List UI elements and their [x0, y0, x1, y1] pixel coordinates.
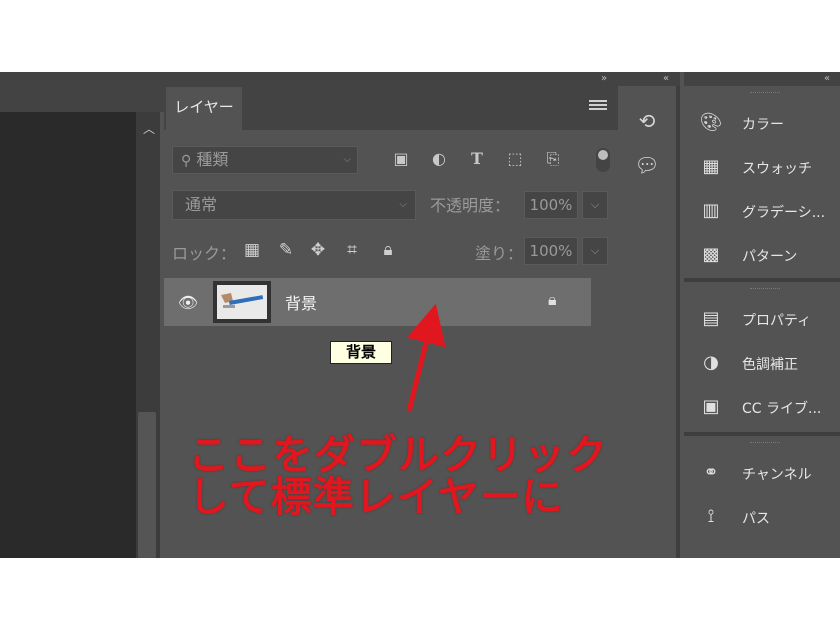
- panel-dock-header: [684, 72, 840, 86]
- layer-lock-icon[interactable]: 🔒︎: [548, 290, 557, 310]
- color-palette-icon: 🎨︎: [699, 112, 723, 133]
- panel-item-properties[interactable]: ▤ プロパティ: [696, 304, 840, 334]
- panel-item-swatches[interactable]: ▦ スウォッチ: [696, 152, 840, 182]
- shape-filter-icon[interactable]: ⬚: [504, 148, 526, 170]
- gradient-icon: ▥: [702, 200, 720, 221]
- image-filter-icon[interactable]: ▣: [390, 148, 412, 170]
- smart-object-filter-icon[interactable]: ⎘: [542, 148, 564, 170]
- panel-item-channels[interactable]: ⚭ チャンネル: [696, 458, 840, 488]
- panel-item-adjustments[interactable]: ◑ 色調補正: [696, 348, 840, 378]
- panel-item-label: スウォッチ: [742, 161, 812, 177]
- type-filter-icon[interactable]: T: [466, 148, 488, 170]
- document-header: [0, 72, 164, 112]
- panel-item-label: グラデーシ...: [742, 205, 826, 221]
- opacity-label: 不透明度：: [430, 196, 511, 215]
- pattern-icon: ▩: [702, 244, 720, 265]
- layer-filter-select[interactable]: ⚲ 種類 ⌵: [172, 146, 358, 174]
- properties-icon: ▤: [702, 308, 720, 329]
- panel-item-label: パス: [742, 511, 770, 527]
- document-canvas[interactable]: [0, 112, 136, 558]
- adjustment-filter-icon[interactable]: ◐: [428, 148, 450, 170]
- annotation-line-2: して標準レイヤーに: [188, 473, 564, 521]
- right-panel-column: « 🎨︎ カラー ▦ スウォッチ ▥ グラデーシ... ▩ パターン ▤ プロパ…: [684, 72, 840, 558]
- thumbnail-image: [217, 285, 267, 319]
- panel-dock-header: [164, 72, 618, 86]
- layer-thumbnail: [213, 281, 271, 323]
- annotation-text: ここをダブルクリック して標準レイヤーに: [188, 434, 648, 518]
- panel-grip[interactable]: [750, 288, 780, 292]
- adjustments-icon: ◑: [703, 352, 719, 373]
- collapse-panels-icon[interactable]: »: [594, 72, 614, 86]
- opacity-dropdown-button[interactable]: ⌵: [582, 191, 608, 219]
- fill-input[interactable]: 100%: [524, 237, 578, 265]
- scrollbar-thumb[interactable]: [138, 412, 156, 558]
- lock-transparent-pixels-icon[interactable]: ▦: [240, 238, 264, 262]
- tab-layers[interactable]: レイヤー: [166, 87, 242, 130]
- panel-item-cc-libraries[interactable]: ▣ CC ライブ...: [696, 392, 840, 422]
- chevron-down-icon: ⌵: [343, 154, 351, 165]
- panel-divider: [676, 86, 680, 558]
- panel-item-label: CC ライブ...: [742, 401, 822, 417]
- fill-label: 塗り：: [475, 244, 524, 263]
- annotation-line-1: ここをダブルクリック: [188, 431, 608, 479]
- panel-group-divider: [684, 278, 840, 282]
- filter-kind-value: 種類: [196, 150, 229, 169]
- panel-item-label: パターン: [742, 249, 798, 265]
- eye-visibility-icon[interactable]: 👁︎: [176, 293, 200, 312]
- hamburger-menu-icon[interactable]: [589, 98, 607, 116]
- scroll-up-icon[interactable]: ︿: [141, 120, 157, 136]
- expand-panels-icon[interactable]: «: [824, 72, 840, 86]
- panel-grip[interactable]: [750, 442, 780, 446]
- filter-toggle-switch[interactable]: [596, 148, 610, 172]
- panel-item-color[interactable]: 🎨︎ カラー: [696, 108, 840, 138]
- swatches-grid-icon: ▦: [702, 156, 720, 177]
- blend-mode-select[interactable]: 通常 ⌵: [172, 190, 416, 220]
- search-icon: ⚲: [181, 153, 192, 169]
- paths-icon: ⟟: [707, 506, 715, 527]
- panel-item-gradients[interactable]: ▥ グラデーシ...: [696, 196, 840, 226]
- layer-row-background[interactable]: 👁︎ 背景 🔒︎: [164, 278, 591, 326]
- channels-icon: ⚭: [703, 462, 719, 483]
- panel-group-divider: [684, 432, 840, 436]
- lock-label: ロック：: [172, 244, 237, 263]
- panel-item-label: プロパティ: [742, 313, 812, 329]
- chevron-down-icon: ⌵: [399, 199, 407, 210]
- opacity-input[interactable]: 100%: [524, 191, 578, 219]
- lock-all-icon[interactable]: 🔒︎: [376, 238, 400, 262]
- lock-image-pixels-icon[interactable]: ✎: [274, 238, 298, 262]
- panel-item-label: チャンネル: [742, 467, 812, 483]
- expand-panels-icon[interactable]: «: [656, 72, 676, 86]
- comment-icon[interactable]: 💬︎: [632, 150, 662, 180]
- blend-mode-value: 通常: [185, 195, 218, 214]
- lock-artboard-icon[interactable]: ⌗: [340, 238, 364, 262]
- fill-dropdown-button[interactable]: ⌵: [582, 237, 608, 265]
- layer-name[interactable]: 背景: [285, 290, 317, 314]
- panel-item-label: 色調補正: [742, 357, 798, 373]
- layer-name-tooltip: 背景: [330, 341, 392, 364]
- lock-position-icon[interactable]: ✥: [306, 238, 330, 262]
- panel-grip[interactable]: [750, 92, 780, 96]
- panel-item-patterns[interactable]: ▩ パターン: [696, 240, 840, 270]
- history-icon[interactable]: ⟲: [632, 106, 662, 136]
- panel-item-label: カラー: [742, 117, 784, 133]
- cc-libraries-icon: ▣: [702, 396, 720, 417]
- panel-item-paths[interactable]: ⟟ パス: [696, 502, 840, 532]
